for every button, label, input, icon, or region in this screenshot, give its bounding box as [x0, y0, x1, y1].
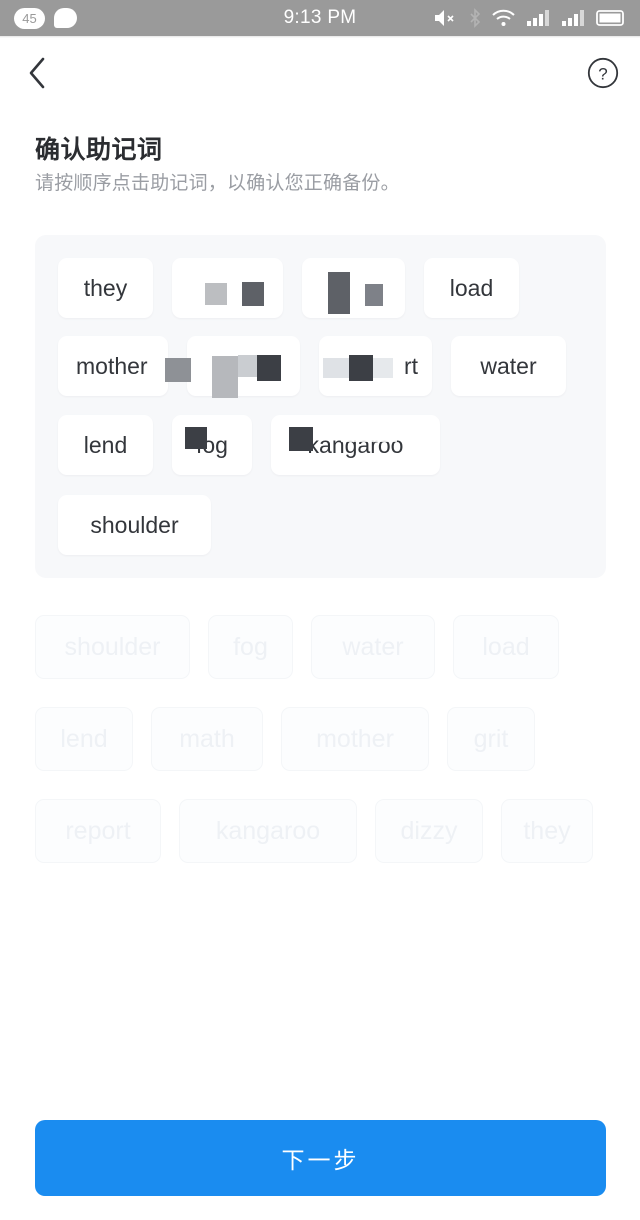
battery-icon — [596, 9, 626, 27]
question-circle-icon: ? — [587, 57, 619, 89]
censor-block — [349, 355, 373, 381]
word-bank-chip[interactable]: load — [453, 615, 559, 679]
signal-1-icon — [526, 8, 551, 28]
selected-chip-obscured[interactable] — [302, 258, 405, 318]
censor-block — [212, 356, 238, 398]
censor-block — [242, 282, 264, 306]
word-bank-row: shoulder fog water load — [35, 615, 559, 679]
selected-row: mother rt water — [58, 336, 566, 398]
selected-words-panel: they load mother rt water lend fog kanga… — [35, 235, 606, 578]
volume-muted-icon — [433, 8, 459, 28]
selected-chip[interactable]: water — [451, 336, 566, 396]
censor-block — [238, 355, 257, 377]
word-bank-chip[interactable]: fog — [208, 615, 293, 679]
censor-block — [185, 427, 207, 449]
page-title: 确认助记词 — [35, 136, 163, 164]
help-button[interactable]: ? — [580, 50, 626, 96]
selected-chip-obscured[interactable] — [172, 258, 283, 318]
selected-chip[interactable]: mother — [58, 336, 168, 396]
next-button[interactable]: 下一步 — [35, 1120, 606, 1196]
censor-block — [257, 355, 281, 381]
selected-chip[interactable]: they — [58, 258, 153, 318]
back-button[interactable] — [14, 50, 60, 96]
word-bank-chip[interactable]: shoulder — [35, 615, 190, 679]
word-bank-chip[interactable]: kangaroo — [179, 799, 357, 863]
word-bank-row: lend math mother grit — [35, 707, 535, 771]
selected-chip-obscured[interactable]: rt — [319, 336, 432, 396]
word-bank-row: report kangaroo dizzy they — [35, 799, 593, 863]
screen-confirm-mnemonic: 45 9:13 PM ? 确认助记词 请按顺序点击助记词，以确认您正确备份。 t… — [0, 0, 640, 1220]
status-bar-right — [433, 8, 626, 28]
word-bank-chip[interactable]: mother — [281, 707, 429, 771]
nav-bar: ? — [0, 38, 640, 104]
chevron-left-icon — [29, 57, 45, 89]
word-bank-chip[interactable]: dizzy — [375, 799, 483, 863]
censor-block — [373, 358, 393, 378]
selected-chip[interactable]: lend — [58, 415, 153, 475]
selected-row: shoulder — [58, 495, 211, 555]
selected-chip-obscured[interactable]: kangaroo — [271, 415, 440, 475]
page-subtitle: 请按顺序点击助记词，以确认您正确备份。 — [35, 173, 400, 194]
word-bank: shoulder fog water load lend math mother… — [35, 615, 606, 880]
censor-block — [205, 283, 227, 305]
censor-block — [365, 284, 383, 306]
word-bank-chip[interactable]: water — [311, 615, 435, 679]
word-bank-chip[interactable]: math — [151, 707, 263, 771]
bluetooth-icon — [469, 8, 481, 28]
selected-row: lend fog kangaroo — [58, 415, 440, 475]
selected-chip-obscured[interactable] — [165, 336, 300, 398]
word-bank-chip[interactable]: report — [35, 799, 161, 863]
word-bank-chip[interactable]: grit — [447, 707, 535, 771]
selected-chip[interactable]: shoulder — [58, 495, 211, 555]
selected-chip-obscured[interactable]: fog — [172, 415, 252, 475]
censor-block — [341, 431, 397, 442]
selected-chip[interactable]: load — [424, 258, 519, 318]
selected-row: they load — [58, 258, 519, 318]
censor-block — [165, 358, 191, 382]
word-bank-chip[interactable]: they — [501, 799, 593, 863]
signal-2-icon — [561, 8, 586, 28]
word-bank-chip[interactable]: lend — [35, 707, 133, 771]
status-bar: 45 9:13 PM — [0, 0, 640, 36]
svg-text:?: ? — [598, 65, 607, 84]
censor-block — [323, 358, 349, 378]
censor-block — [328, 272, 350, 314]
censor-block — [289, 427, 313, 451]
wifi-icon — [491, 8, 516, 28]
